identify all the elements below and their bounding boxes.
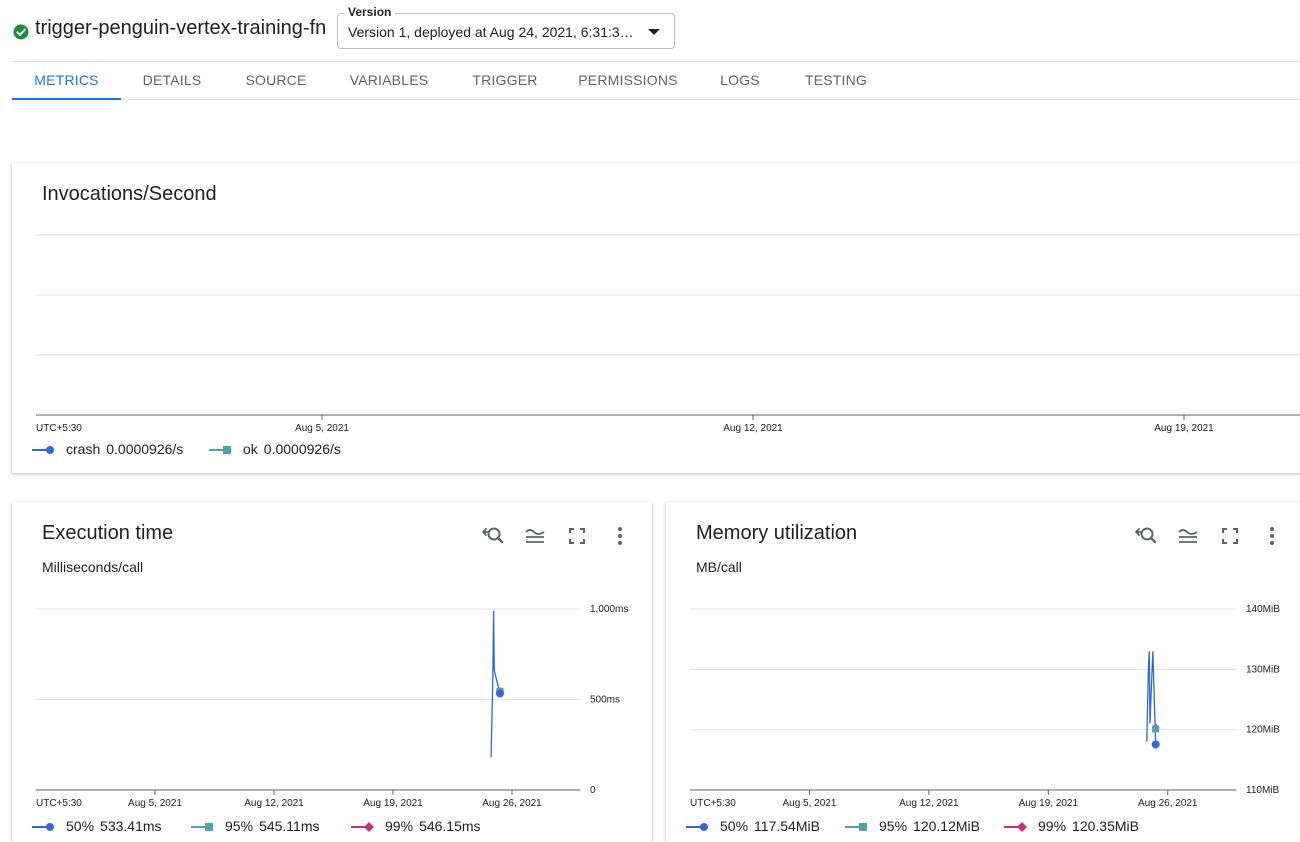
y-tick-label: 1,000ms	[590, 604, 628, 615]
legend-label: 50%	[66, 818, 95, 834]
circle-marker-icon	[686, 823, 708, 831]
check-circle-icon	[13, 24, 29, 40]
circle-marker-icon	[32, 446, 54, 454]
tab-bar: METRICS DETAILS SOURCE VARIABLES TRIGGER…	[12, 61, 1300, 100]
y-tick-label: 130MiB	[1246, 664, 1280, 675]
square-marker-icon	[191, 823, 213, 831]
tab-source[interactable]: SOURCE	[234, 62, 318, 99]
x-tick-label: Aug 19, 2021	[1154, 423, 1214, 434]
x-tick-label: Aug 12, 2021	[899, 798, 959, 809]
version-select-label: Version	[344, 5, 396, 19]
x-tick-label: Aug 12, 2021	[723, 423, 783, 434]
legend-value: 533.41ms	[100, 818, 162, 834]
legend-label: ok	[243, 441, 258, 457]
x-tick-label: Aug 5, 2021	[295, 423, 349, 434]
legend-value: 120.12MiB	[913, 818, 980, 834]
timezone-label: UTC+5:30	[36, 423, 82, 434]
tab-logs[interactable]: LOGS	[707, 62, 773, 99]
invocations-chart-card: Invocations/Second UTC+5:30 Aug 5, 2021 Au…	[12, 163, 1300, 473]
legend-value: 0.0000926/s	[263, 441, 341, 457]
version-select[interactable]: Version Version 1, deployed at Aug 24, 2…	[337, 5, 675, 49]
legend-value: 117.54MiB	[754, 818, 820, 834]
data-point	[495, 689, 504, 698]
timezone-label: UTC+5:30	[690, 798, 736, 809]
y-tick-label: 140MiB	[1246, 604, 1280, 615]
series-line	[490, 610, 501, 758]
legend-label: crash	[66, 441, 101, 457]
invocations-chart: UTC+5:30 Aug 5, 2021 Aug 12, 2021 Aug 19, 2…	[36, 234, 1300, 434]
x-tick-label: Aug 12, 2021	[244, 798, 304, 809]
y-tick-label: 110MiB	[1246, 785, 1279, 796]
legend-value: 120.35MiB	[1072, 818, 1139, 834]
x-tick-label: Aug 5, 2021	[128, 798, 182, 809]
tab-metrics[interactable]: METRICS	[12, 62, 121, 99]
x-tick-label: Aug 26, 2021	[1138, 798, 1198, 809]
function-header: trigger-penguin-vertex-training-fn Versi…	[0, 0, 1300, 60]
legend-label: 99%	[385, 818, 414, 834]
x-tick-label: Aug 19, 2021	[363, 798, 423, 809]
tab-trigger[interactable]: TRIGGER	[463, 62, 547, 99]
y-tick-label: 0	[590, 785, 596, 796]
square-marker-icon	[845, 823, 867, 831]
function-name: trigger-penguin-vertex-training-fn	[35, 17, 327, 39]
timezone-label: UTC+5:30	[36, 798, 82, 809]
y-tick-label: 500ms	[590, 695, 620, 706]
legend-value: 545.11ms	[259, 818, 320, 834]
x-tick-label: Aug 26, 2021	[482, 798, 542, 809]
y-tick-label: 120MiB	[1246, 725, 1280, 736]
x-tick-label: Aug 5, 2021	[782, 798, 836, 809]
memory-utilization-chart: 110MiB 120MiB 130MiB 140MiB UTC+5:30 Aug 5, 2…	[690, 604, 1280, 809]
execution-time-chart-card: Execution time Milliseconds/call 0 500ms 1…	[12, 502, 652, 842]
tab-details[interactable]: DETAILS	[130, 62, 214, 99]
legend-label: 50%	[720, 818, 749, 834]
tab-testing[interactable]: TESTING	[798, 62, 874, 99]
version-select-value: Version 1, deployed at Aug 24, 2021, 6:3…	[348, 24, 640, 40]
diamond-marker-icon	[1004, 822, 1027, 832]
memory-utilization-chart-card: Memory utilization MB/call 110MiB 120MiB 1…	[666, 502, 1300, 842]
execution-time-chart: 0 500ms 1,000ms UTC+5:30 Aug 5, 2021 Aug 12, …	[36, 604, 628, 809]
active-tab-indicator	[12, 98, 121, 100]
square-marker-icon	[209, 446, 231, 454]
legend-label: 99%	[1038, 818, 1067, 834]
data-point	[1151, 740, 1160, 749]
x-tick-label: Aug 19, 2021	[1019, 798, 1079, 809]
caret-down-icon	[648, 29, 660, 35]
diamond-marker-icon	[351, 822, 374, 832]
tab-variables[interactable]: VARIABLES	[341, 62, 437, 99]
legend-value: 0.0000926/s	[106, 441, 184, 457]
circle-marker-icon	[32, 823, 54, 831]
legend-label: 95%	[879, 818, 908, 834]
legend-label: 95%	[225, 818, 254, 834]
tab-permissions[interactable]: PERMISSIONS	[576, 62, 680, 99]
data-point	[1152, 725, 1160, 733]
legend-value: 546.15ms	[419, 818, 481, 834]
